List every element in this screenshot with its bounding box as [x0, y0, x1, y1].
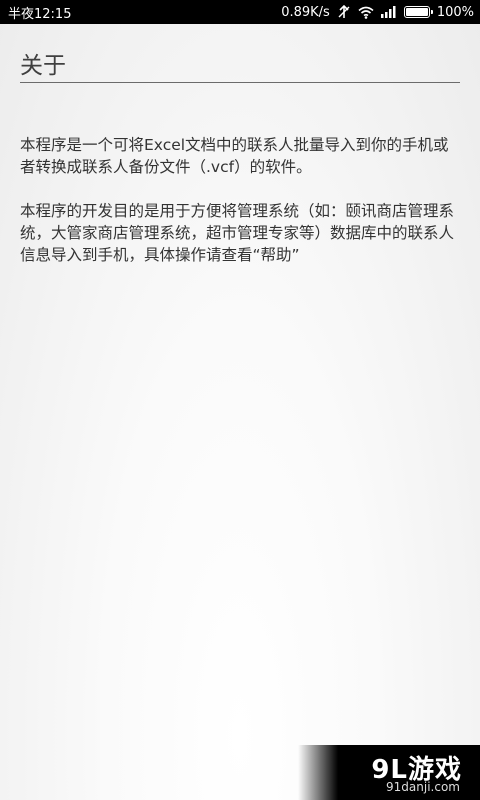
status-time: 半夜12:15 [8, 6, 72, 22]
battery-level-fill [405, 8, 428, 16]
watermark-url: 91danji.com [386, 780, 460, 794]
about-content: 本程序是一个可将Excel文档中的联系人批量导入到你的手机或者转换成联系人备份文… [20, 134, 460, 288]
status-right-group: 0.89K/s 100% [281, 5, 474, 20]
page-title: 关于 [20, 53, 66, 79]
wifi-icon [358, 6, 374, 19]
battery-percent: 100% [436, 4, 474, 20]
about-paragraph-2: 本程序的开发目的是用于方便将管理系统（如：颐讯商店管理系统，大管家商店管理系统，… [20, 202, 455, 264]
signal-icon [380, 6, 397, 18]
about-paragraph-1: 本程序是一个可将Excel文档中的联系人批量导入到你的手机或者转换成联系人备份文… [20, 136, 449, 176]
title-divider [20, 82, 460, 83]
status-bar: 半夜12:15 0.89K/s 100% [0, 0, 480, 24]
battery-icon [403, 6, 433, 18]
watermark: 9L游戏 91danji.com [298, 745, 480, 800]
network-speed: 0.89K/s [281, 4, 330, 20]
data-sync-icon [337, 5, 351, 19]
